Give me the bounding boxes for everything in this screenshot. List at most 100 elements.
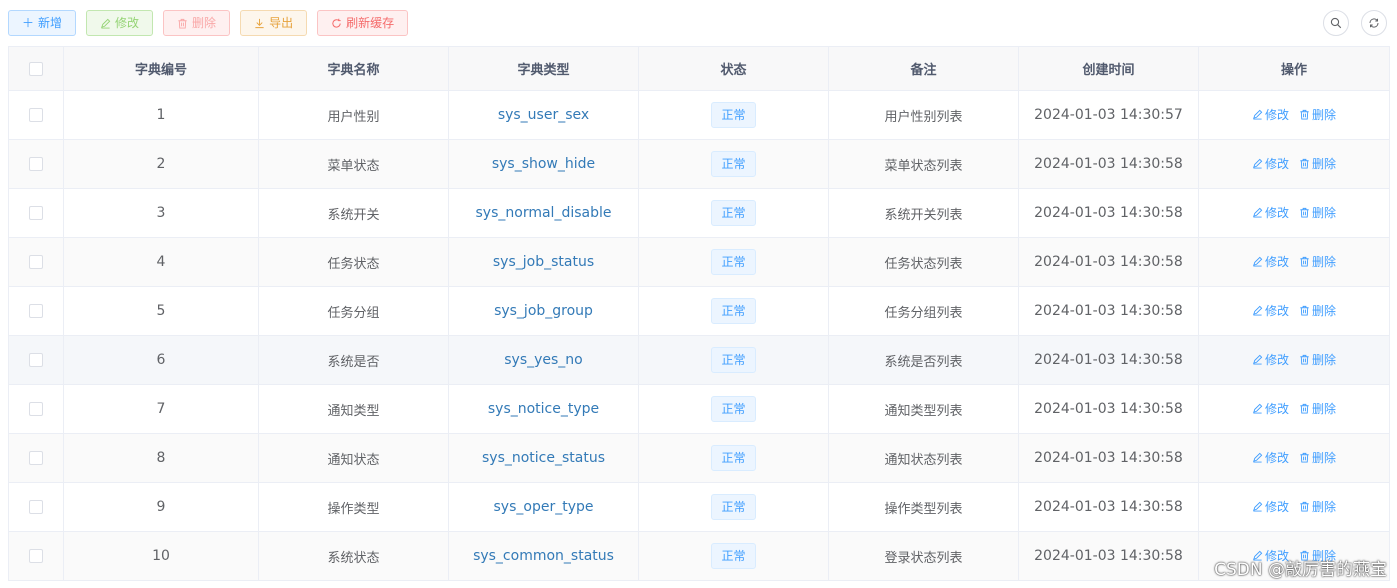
row-edit-button[interactable]: 修改	[1252, 204, 1289, 221]
column-header-id[interactable]: 字典编号	[63, 46, 259, 91]
dict-type-link[interactable]: sys_notice_type	[488, 401, 599, 417]
dict-type-link[interactable]: sys_yes_no	[504, 352, 583, 368]
row-checkbox[interactable]	[29, 255, 43, 269]
edit-button[interactable]: 修改	[86, 10, 154, 36]
status-cell: 正常	[638, 531, 829, 581]
edit-icon	[1253, 256, 1263, 267]
column-header-name[interactable]: 字典名称	[258, 46, 449, 91]
status-cell: 正常	[638, 90, 829, 140]
row-edit-button[interactable]: 修改	[1252, 498, 1289, 515]
table-row[interactable]: 9 操作类型 sys_oper_type 正常 操作类型列表 2024-01-03 14:…	[8, 482, 1390, 532]
row-select-cell	[8, 139, 64, 189]
table-row[interactable]: 7 通知类型 sys_notice_type 正常 通知类型列表 2024-01-03 1…	[8, 384, 1390, 434]
export-button-label: 导出	[269, 16, 294, 30]
add-button[interactable]: ＋ 新增	[8, 10, 77, 36]
created-time: 2024-01-03 14:30:58	[1018, 335, 1199, 385]
actions-cell: 修改 删除	[1198, 139, 1390, 189]
row-delete-label: 删除	[1312, 451, 1337, 465]
edit-icon	[1253, 452, 1263, 463]
row-checkbox[interactable]	[29, 402, 43, 416]
dict-type-link[interactable]: sys_user_sex	[498, 107, 589, 123]
dict-type-link[interactable]: sys_normal_disable	[476, 205, 612, 221]
table-row[interactable]: 10 系统状态 sys_common_status 正常 登录状态列表 2024-01-0…	[8, 531, 1390, 581]
dict-remark: 通知类型列表	[828, 384, 1019, 434]
table-row[interactable]: 1 用户性别 sys_user_sex 正常 用户性别列表 2024-01-03 14:3…	[8, 90, 1390, 140]
row-delete-button[interactable]: 删除	[1299, 400, 1336, 417]
dict-type-cell: sys_notice_type	[448, 384, 639, 434]
row-edit-button[interactable]: 修改	[1252, 302, 1289, 319]
dict-type-link[interactable]: sys_notice_status	[482, 450, 605, 466]
dict-type-link[interactable]: sys_common_status	[473, 548, 614, 564]
table-row[interactable]: 8 通知状态 sys_notice_status 正常 通知状态列表 2024-01-03…	[8, 433, 1390, 483]
row-select-cell	[8, 384, 64, 434]
refresh-cache-button[interactable]: 刷新缓存	[317, 10, 409, 36]
row-delete-button[interactable]: 删除	[1299, 155, 1336, 172]
row-checkbox[interactable]	[29, 304, 43, 318]
status-badge: 正常	[711, 396, 756, 422]
refresh-table-button[interactable]	[1361, 10, 1387, 36]
row-edit-label: 修改	[1264, 255, 1289, 269]
dict-id: 8	[63, 433, 259, 483]
row-edit-label: 修改	[1264, 157, 1289, 171]
table-row[interactable]: 6 系统是否 sys_yes_no 正常 系统是否列表 2024-01-03 14:30:…	[8, 335, 1390, 385]
row-delete-button[interactable]: 删除	[1299, 204, 1336, 221]
refresh-cache-button-label: 刷新缓存	[346, 16, 395, 30]
status-badge: 正常	[711, 445, 756, 471]
table-row[interactable]: 4 任务状态 sys_job_status 正常 任务状态列表 2024-01-03 14…	[8, 237, 1390, 287]
row-checkbox[interactable]	[29, 108, 43, 122]
dict-type-cell: sys_notice_status	[448, 433, 639, 483]
dict-name: 系统状态	[258, 531, 449, 581]
row-select-cell	[8, 335, 64, 385]
dict-type-cell: sys_user_sex	[448, 90, 639, 140]
row-edit-label: 修改	[1264, 500, 1289, 514]
edit-icon	[1253, 109, 1263, 120]
column-header-created[interactable]: 创建时间	[1018, 46, 1199, 91]
row-edit-button[interactable]: 修改	[1252, 253, 1289, 270]
row-edit-button[interactable]: 修改	[1252, 400, 1289, 417]
row-edit-button[interactable]: 修改	[1252, 155, 1289, 172]
column-header-status[interactable]: 状态	[638, 46, 829, 91]
dict-id: 4	[63, 237, 259, 287]
table-row[interactable]: 2 菜单状态 sys_show_hide 正常 菜单状态列表 2024-01-03 14:…	[8, 139, 1390, 189]
toggle-search-button[interactable]	[1323, 10, 1349, 36]
status-badge: 正常	[711, 543, 756, 569]
dict-id: 1	[63, 90, 259, 140]
dict-type-link[interactable]: sys_job_status	[493, 254, 594, 270]
row-checkbox[interactable]	[29, 157, 43, 171]
column-header-remark[interactable]: 备注	[828, 46, 1019, 91]
row-edit-button[interactable]: 修改	[1252, 351, 1289, 368]
row-edit-button[interactable]: 修改	[1252, 449, 1289, 466]
row-delete-button[interactable]: 删除	[1299, 106, 1336, 123]
row-delete-button[interactable]: 删除	[1299, 253, 1336, 270]
row-delete-button[interactable]: 删除	[1299, 449, 1336, 466]
status-cell: 正常	[638, 335, 829, 385]
table-row[interactable]: 5 任务分组 sys_job_group 正常 任务分组列表 2024-01-03 14:…	[8, 286, 1390, 336]
row-delete-button[interactable]: 删除	[1299, 302, 1336, 319]
dict-type-link[interactable]: sys_oper_type	[494, 499, 594, 515]
edit-icon	[1253, 354, 1263, 365]
row-delete-label: 删除	[1312, 255, 1337, 269]
row-checkbox[interactable]	[29, 549, 43, 563]
dict-id: 5	[63, 286, 259, 336]
row-checkbox[interactable]	[29, 206, 43, 220]
select-all-checkbox[interactable]	[29, 61, 43, 76]
dict-type-link[interactable]: sys_job_group	[494, 303, 593, 319]
row-delete-button[interactable]: 删除	[1299, 351, 1336, 368]
table-row[interactable]: 3 系统开关 sys_normal_disable 正常 系统开关列表 2024-01-0…	[8, 188, 1390, 238]
dict-name: 任务分组	[258, 286, 449, 336]
dict-type-link[interactable]: sys_show_hide	[492, 156, 595, 172]
column-header-type[interactable]: 字典类型	[448, 46, 639, 91]
row-checkbox[interactable]	[29, 500, 43, 514]
created-time: 2024-01-03 14:30:58	[1018, 286, 1199, 336]
row-delete-label: 删除	[1312, 304, 1337, 318]
row-checkbox[interactable]	[29, 353, 43, 367]
row-select-cell	[8, 531, 64, 581]
row-delete-button[interactable]: 删除	[1299, 498, 1336, 515]
dict-name: 系统开关	[258, 188, 449, 238]
export-button[interactable]: 导出	[240, 10, 308, 36]
row-checkbox[interactable]	[29, 451, 43, 465]
row-edit-label: 修改	[1264, 353, 1289, 367]
row-edit-button[interactable]: 修改	[1252, 106, 1289, 123]
delete-button[interactable]: 删除	[163, 10, 231, 36]
actions-cell: 修改 删除	[1198, 384, 1390, 434]
